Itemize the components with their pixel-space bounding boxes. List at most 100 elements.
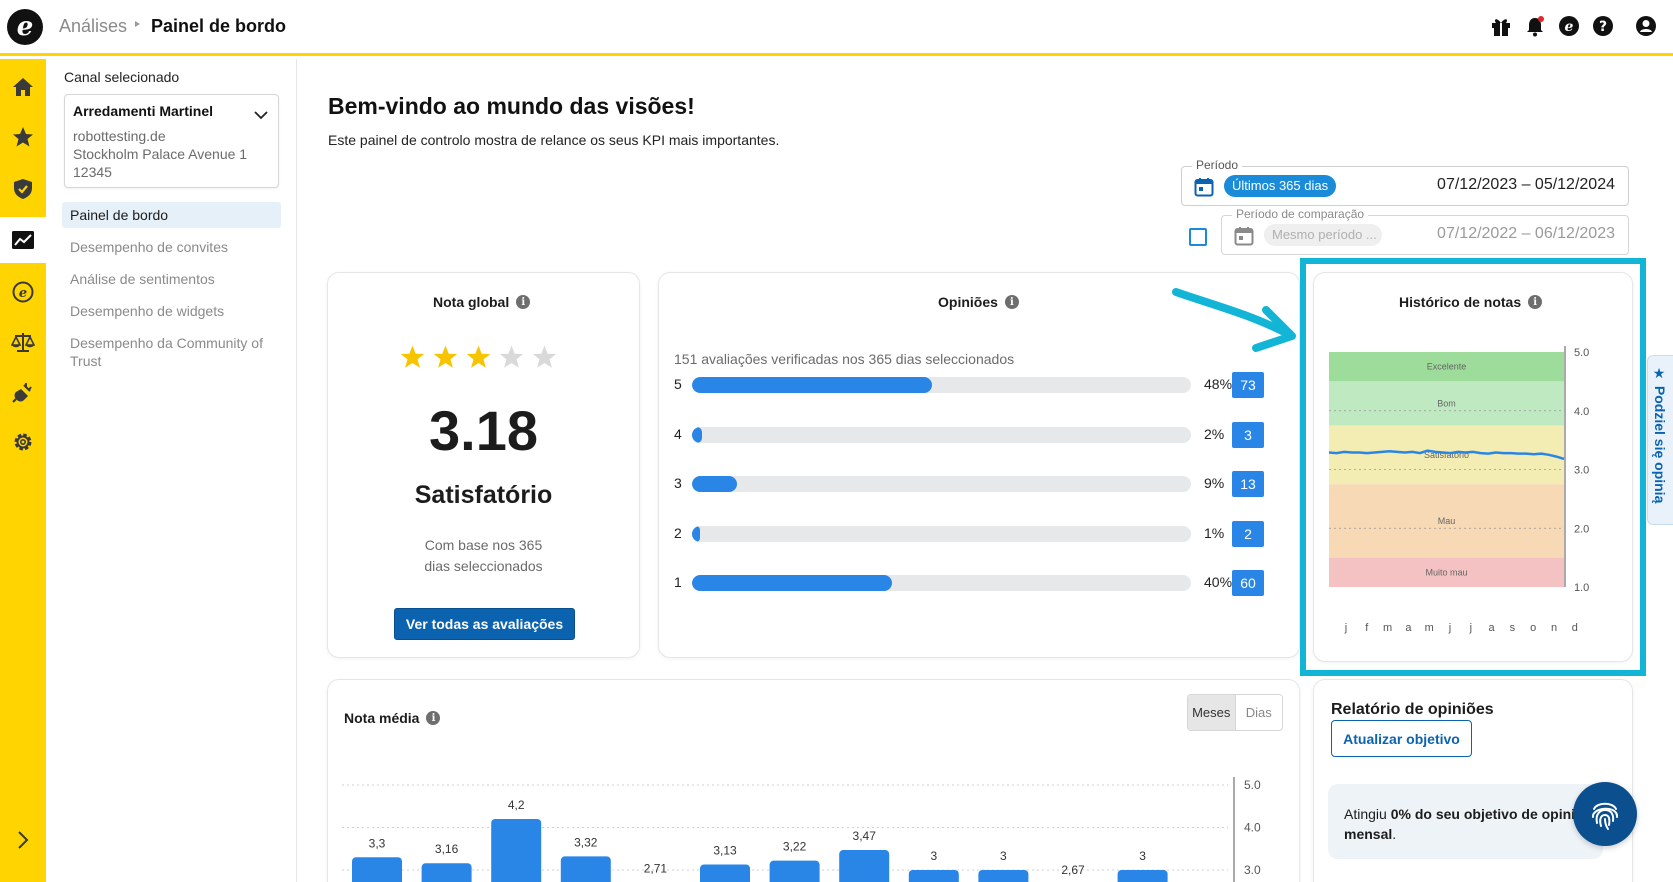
relatorio-card: Relatório de opiniões Atualizar objetivo…	[1313, 679, 1633, 882]
feedback-tab-label: ★ Podziel się opinią	[1652, 366, 1668, 504]
fingerprint-button[interactable]	[1573, 782, 1637, 846]
sidebar-item-widgets[interactable]: Desempenho de widgets	[62, 298, 281, 324]
rating-count[interactable]: 13	[1232, 471, 1264, 497]
highlight-frame	[1300, 258, 1646, 676]
sidebar-item-painel[interactable]: Painel de bordo	[62, 202, 281, 228]
bar[interactable]	[839, 850, 890, 882]
rating-row: 5 48% 73	[674, 372, 1264, 398]
trustpilot-e-icon[interactable]: e	[0, 269, 46, 315]
channel-domain: robottesting.de	[73, 128, 166, 144]
nota-media-chart: 5.0 4.0 3.0 3,3 3,16 4,2 3,32 2,71 3,13 3,22 3,47 3…	[342, 777, 1261, 882]
comparison-chip[interactable]: Mesmo período ...	[1264, 224, 1382, 246]
bell-icon[interactable]	[1523, 14, 1547, 38]
goal-note-suffix: .	[1392, 826, 1397, 842]
channel-selector[interactable]: Arredamenti Martinel robottesting.de Sto…	[64, 94, 279, 188]
goal-note-bold: 0% do seu objetivo de opiniõ	[1390, 806, 1584, 822]
based-on-text: Com base nos 365 dias seleccionados	[328, 535, 639, 577]
info-icon[interactable]: i	[516, 295, 531, 309]
rating-row: 3 9% 13	[674, 471, 1264, 497]
bar-value-label: 3	[930, 849, 937, 863]
expand-chevron-icon[interactable]	[0, 817, 46, 863]
rating-bar-fill	[692, 476, 737, 492]
rating-count[interactable]: 60	[1232, 570, 1264, 596]
rating-star-label: 2	[674, 525, 682, 541]
left-rail: e	[0, 59, 46, 882]
star-rating	[400, 345, 557, 369]
bar[interactable]	[978, 870, 1029, 882]
score-word: Satisfatório	[414, 481, 553, 509]
info-icon[interactable]: i	[1004, 295, 1019, 309]
scale-icon[interactable]	[0, 319, 46, 365]
bar-value-label: 3,16	[435, 842, 459, 856]
page-title: Bem-vindo ao mundo das visões!	[328, 93, 695, 119]
plug-icon[interactable]	[0, 369, 46, 415]
opinioes-header: Opiniões i	[938, 294, 1019, 310]
feedback-tab[interactable]: ★ Podziel się opinią	[1647, 355, 1673, 525]
svg-text:e: e	[19, 286, 27, 301]
sidebar: Canal selecionado Arredamenti Martinel r…	[46, 59, 297, 882]
star-icon[interactable]	[0, 114, 46, 160]
analytics-icon[interactable]	[0, 217, 46, 263]
period-selector[interactable]: Período Últimos 365 dias 07/12/2023 – 05…	[1181, 158, 1629, 206]
rating-percent: 48%	[1204, 376, 1233, 392]
bar-value-label: 3	[1000, 849, 1007, 863]
rating-bar-track	[692, 575, 1191, 591]
opinioes-title: Opiniões	[938, 294, 998, 310]
opinioes-subtitle: 151 avaliações verificadas nos 365 dias …	[674, 351, 1015, 367]
relatorio-title: Relatório de opiniões	[1331, 701, 1494, 718]
rating-star-label: 1	[674, 574, 682, 590]
y-tick-label: 3.0	[1244, 863, 1261, 877]
sidebar-item-convites[interactable]: Desempenho de convites	[62, 234, 281, 260]
channel-zip: 12345	[73, 164, 112, 180]
sidebar-item-sentimentos[interactable]: Análise de sentimentos	[62, 266, 281, 292]
bar[interactable]	[491, 819, 542, 882]
bar[interactable]	[908, 870, 959, 882]
period-range: 07/12/2023 – 05/12/2024	[1437, 176, 1615, 193]
gear-icon[interactable]	[0, 419, 46, 465]
chevron-down-icon[interactable]	[254, 107, 268, 125]
channel-name: Arredamenti Martinel	[73, 103, 214, 119]
breadcrumb-parent[interactable]: Análises	[59, 16, 127, 37]
star-filled-icon	[466, 345, 491, 368]
trustpilot-logo[interactable]: e	[7, 9, 43, 45]
goal-note: Atingiu 0% do seu objetivo de opiniõ men…	[1328, 784, 1603, 859]
bar-value-label: 4,2	[508, 798, 525, 812]
nota-media-card: Nota média i Meses Dias 5.0 4.0 3.0 3,3 3,16…	[327, 679, 1300, 882]
comparison-checkbox[interactable]	[1189, 228, 1207, 246]
trustpilot-icon[interactable]: e	[1557, 14, 1581, 38]
shield-icon[interactable]	[0, 166, 46, 212]
rating-star-label: 5	[674, 376, 682, 392]
rating-count[interactable]: 3	[1232, 422, 1264, 448]
bar-value-label: 3,3	[369, 836, 386, 850]
view-all-reviews-button[interactable]: Ver todas as avaliações	[394, 608, 575, 640]
rating-bar-fill	[692, 427, 702, 443]
home-icon[interactable]	[0, 64, 46, 110]
period-chip[interactable]: Últimos 365 dias	[1224, 175, 1337, 197]
bar[interactable]	[352, 857, 402, 882]
gift-icon[interactable]	[1489, 14, 1513, 38]
comparison-period-selector[interactable]: Período de comparação Mesmo período ... …	[1221, 207, 1629, 255]
rating-row: 2 1% 2	[674, 521, 1264, 547]
sidebar-item-community[interactable]: Desempenho da Community of Trust	[62, 330, 281, 374]
help-icon[interactable]: ?	[1591, 14, 1615, 38]
svg-text:?: ?	[1599, 19, 1607, 35]
bar[interactable]	[421, 863, 472, 882]
update-goal-button[interactable]: Atualizar objetivo	[1331, 720, 1472, 757]
rating-count[interactable]: 73	[1232, 372, 1264, 398]
y-tick-label: 4.0	[1244, 821, 1261, 835]
period-legend: Período	[1192, 158, 1243, 172]
rating-percent: 9%	[1204, 475, 1225, 491]
based-on-line-2: dias seleccionados	[424, 558, 543, 574]
bar[interactable]	[769, 860, 820, 882]
bar[interactable]	[1117, 870, 1168, 882]
fingerprint-icon	[1592, 802, 1618, 830]
rating-count[interactable]: 2	[1232, 521, 1264, 547]
rating-bar-fill	[692, 526, 700, 542]
nota-global-title: Nota global	[433, 294, 510, 310]
star-empty-icon	[532, 345, 557, 368]
bar[interactable]	[560, 856, 611, 882]
user-icon[interactable]	[1634, 14, 1658, 38]
top-bar: e Análises Painel de bordo e ?	[0, 0, 1673, 56]
bar[interactable]	[700, 864, 750, 882]
bar-value-label: 2,67	[1061, 863, 1085, 877]
